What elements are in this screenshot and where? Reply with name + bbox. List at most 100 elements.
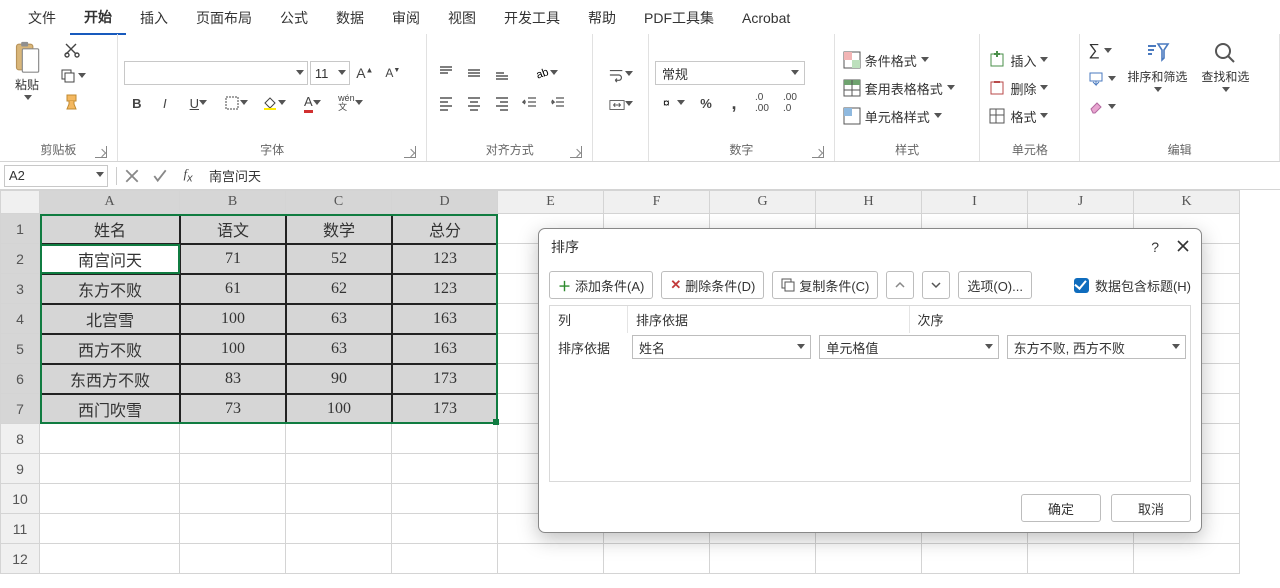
cell[interactable] (392, 484, 498, 514)
cell[interactable] (498, 544, 604, 574)
font-name-combo[interactable] (124, 61, 308, 85)
fx-button[interactable]: fx (175, 164, 201, 188)
confirm-formula-button[interactable] (147, 164, 173, 188)
column-header-C[interactable]: C (286, 190, 392, 214)
tab-insert[interactable]: 插入 (126, 0, 182, 34)
cell[interactable] (180, 544, 286, 574)
clear-menu[interactable] (1086, 94, 1117, 120)
fill-menu[interactable] (1086, 66, 1117, 92)
shrink-font-button[interactable]: A▼ (380, 61, 406, 85)
tab-data[interactable]: 数据 (322, 0, 378, 34)
column-header-F[interactable]: F (604, 190, 710, 214)
tab-view[interactable]: 视图 (434, 0, 490, 34)
align-middle-button[interactable] (461, 61, 487, 85)
column-header-D[interactable]: D (392, 190, 498, 214)
clipboard-dialog-launcher[interactable] (95, 146, 107, 158)
cell[interactable]: 南宫问天 (40, 244, 180, 274)
cell[interactable]: 73 (180, 394, 286, 424)
sort-order-combo[interactable]: 东方不败, 西方不败 (1007, 335, 1186, 359)
find-select-button[interactable]: 查找和选 (1197, 38, 1253, 96)
cancel-button[interactable]: 取消 (1111, 494, 1191, 522)
tab-pagelayout[interactable]: 页面布局 (182, 0, 266, 34)
column-header-J[interactable]: J (1028, 190, 1134, 214)
align-right-button[interactable] (489, 91, 515, 115)
cell[interactable]: 163 (392, 334, 498, 364)
align-bottom-button[interactable] (489, 61, 515, 85)
tab-pdftools[interactable]: PDF工具集 (630, 0, 728, 34)
row-header[interactable]: 1 (0, 214, 40, 244)
row-header[interactable]: 5 (0, 334, 40, 364)
copy-condition-button[interactable]: 复制条件(C) (772, 271, 878, 299)
cell[interactable] (180, 454, 286, 484)
cell[interactable]: 123 (392, 274, 498, 304)
cell[interactable]: 163 (392, 304, 498, 334)
cell[interactable]: 总分 (392, 214, 498, 244)
cell[interactable]: 西门吹雪 (40, 394, 180, 424)
cell[interactable] (286, 484, 392, 514)
cell[interactable] (40, 544, 180, 574)
tab-formulas[interactable]: 公式 (266, 0, 322, 34)
cell[interactable]: 东西方不败 (40, 364, 180, 394)
cell[interactable]: 北宫雪 (40, 304, 180, 334)
cancel-formula-button[interactable] (119, 164, 145, 188)
delete-cells-menu[interactable]: 删除 (986, 75, 1049, 101)
cell[interactable] (604, 544, 710, 574)
cell[interactable] (392, 544, 498, 574)
cell[interactable] (286, 514, 392, 544)
cell[interactable]: 90 (286, 364, 392, 394)
move-up-button[interactable] (886, 271, 914, 299)
cell[interactable]: 52 (286, 244, 392, 274)
cell[interactable]: 100 (180, 304, 286, 334)
row-header[interactable]: 6 (0, 364, 40, 394)
move-down-button[interactable] (922, 271, 950, 299)
cell[interactable]: 123 (392, 244, 498, 274)
cut-button[interactable] (54, 38, 90, 62)
cell[interactable]: 姓名 (40, 214, 180, 244)
cell[interactable] (286, 544, 392, 574)
cell[interactable]: 62 (286, 274, 392, 304)
column-header-K[interactable]: K (1134, 190, 1240, 214)
cell[interactable]: 63 (286, 304, 392, 334)
ok-button[interactable]: 确定 (1021, 494, 1101, 522)
cell[interactable] (1028, 544, 1134, 574)
format-cells-menu[interactable]: 格式 (986, 103, 1049, 129)
cell[interactable]: 西方不败 (40, 334, 180, 364)
format-as-table-menu[interactable]: 套用表格格式 (841, 75, 956, 101)
cell[interactable] (816, 544, 922, 574)
cell[interactable] (40, 454, 180, 484)
row-header[interactable]: 4 (0, 304, 40, 334)
add-condition-button[interactable]: ＋添加条件(A) (549, 271, 653, 299)
row-header[interactable]: 8 (0, 424, 40, 454)
sort-basis-combo[interactable]: 单元格值 (819, 335, 998, 359)
row-header[interactable]: 9 (0, 454, 40, 484)
font-size-combo[interactable]: 11 (310, 61, 350, 85)
tab-acrobat[interactable]: Acrobat (728, 2, 804, 32)
tab-help[interactable]: 帮助 (574, 0, 630, 34)
cell[interactable] (180, 484, 286, 514)
cell[interactable]: 61 (180, 274, 286, 304)
close-button[interactable] (1177, 239, 1189, 255)
options-button[interactable]: 选项(O)... (958, 271, 1032, 299)
cell[interactable]: 100 (286, 394, 392, 424)
cell[interactable] (180, 424, 286, 454)
merge-button[interactable] (603, 93, 639, 117)
sort-filter-button[interactable]: 排序和筛选 (1123, 38, 1191, 96)
font-dialog-launcher[interactable] (404, 146, 416, 158)
increase-indent-button[interactable] (545, 91, 571, 115)
cell[interactable] (710, 544, 816, 574)
formula-input[interactable]: 南宫问天 (203, 165, 1280, 187)
cell-styles-menu[interactable]: 单元格样式 (841, 103, 943, 129)
cell[interactable]: 数学 (286, 214, 392, 244)
cell[interactable] (1134, 544, 1240, 574)
decrease-indent-button[interactable] (517, 91, 543, 115)
cell[interactable] (392, 424, 498, 454)
row-header[interactable]: 12 (0, 544, 40, 574)
decrease-decimal-button[interactable]: .00.0 (777, 91, 803, 115)
orientation-button[interactable]: ab (527, 61, 563, 85)
column-header-B[interactable]: B (180, 190, 286, 214)
cell[interactable]: 173 (392, 394, 498, 424)
column-header-G[interactable]: G (710, 190, 816, 214)
cell[interactable]: 71 (180, 244, 286, 274)
cell[interactable] (286, 424, 392, 454)
cell[interactable] (40, 484, 180, 514)
